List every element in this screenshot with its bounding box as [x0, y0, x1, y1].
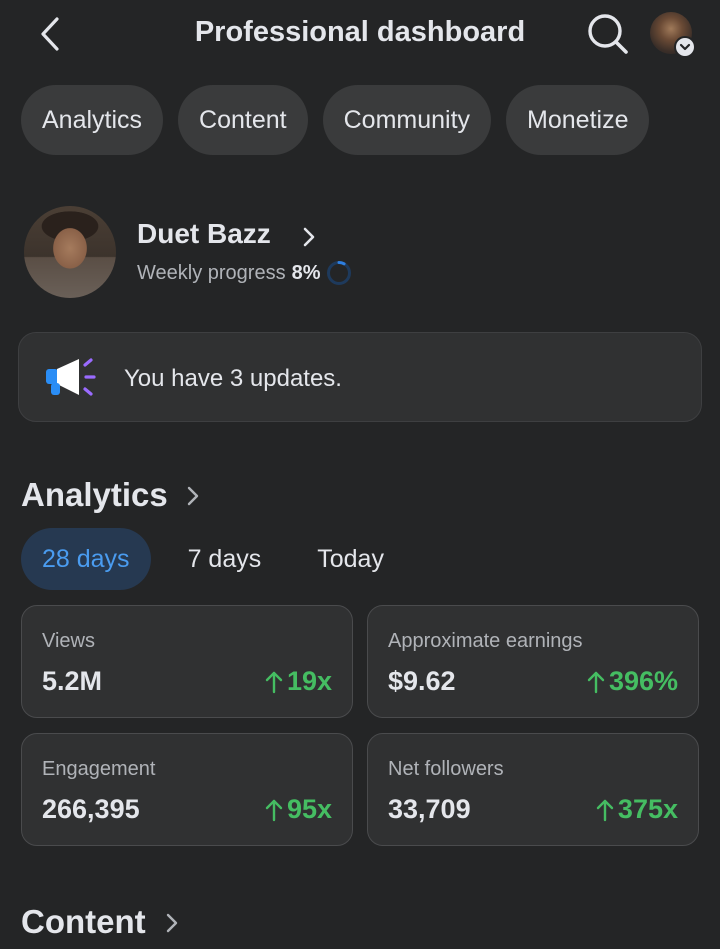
top-bar: Professional dashboard	[0, 0, 720, 70]
metric-label: Approximate earnings	[388, 630, 583, 652]
metric-value: 266,395	[42, 794, 140, 824]
date-range-selector: 28 days 7 days Today	[21, 528, 405, 590]
progress-ring-icon	[327, 261, 352, 285]
metric-card-net-followers[interactable]: Net followers 33,709 375x	[367, 733, 699, 846]
metric-delta: 19x	[265, 666, 332, 697]
chevron-right-icon	[303, 227, 315, 247]
account-avatar[interactable]	[650, 12, 696, 58]
metric-label: Engagement	[42, 758, 156, 780]
range-today[interactable]: Today	[296, 528, 405, 590]
metric-delta-value: 19x	[286, 666, 332, 696]
updates-text: You have 3 updates.	[124, 365, 342, 392]
search-button[interactable]	[584, 10, 632, 58]
chevron-right-icon	[166, 913, 178, 933]
arrow-up-icon	[265, 671, 283, 693]
chevron-right-icon	[187, 486, 199, 506]
dashboard-tabs: Analytics Content Community Monetize	[21, 85, 650, 155]
weekly-progress-label: Weekly progress	[137, 261, 286, 284]
account-switch-badge[interactable]	[674, 36, 696, 58]
tab-analytics[interactable]: Analytics	[21, 85, 164, 155]
metric-delta: 95x	[265, 794, 332, 825]
content-section-title[interactable]: Content	[21, 903, 146, 941]
profile-avatar[interactable]	[24, 206, 116, 298]
tab-community[interactable]: Community	[322, 85, 492, 155]
metric-label: Net followers	[388, 758, 504, 780]
metric-delta-value: 396%	[608, 666, 678, 696]
arrow-up-icon	[265, 799, 283, 821]
metric-value: 33,709	[388, 794, 471, 824]
metric-label: Views	[42, 630, 95, 652]
metric-value: $9.62	[388, 666, 456, 696]
profile-summary[interactable]: Duet Bazz Weekly progress 8%	[24, 206, 704, 298]
chevron-down-icon	[679, 43, 691, 51]
metric-delta-value: 95x	[286, 794, 332, 824]
weekly-progress: Weekly progress 8%	[137, 260, 352, 286]
weekly-progress-value: 8%	[291, 261, 321, 284]
metric-value: 5.2M	[42, 666, 103, 696]
arrow-up-icon	[596, 799, 614, 821]
metric-card-views[interactable]: Views 5.2M 19x	[21, 605, 353, 718]
range-28-days[interactable]: 28 days	[21, 528, 151, 590]
updates-banner[interactable]: You have 3 updates.	[18, 332, 702, 422]
metric-card-earnings[interactable]: Approximate earnings $9.62 396%	[367, 605, 699, 718]
megaphone-icon	[46, 358, 96, 396]
metric-delta: 375x	[596, 794, 678, 825]
analytics-section-title[interactable]: Analytics	[21, 476, 168, 514]
tab-monetize[interactable]: Monetize	[506, 85, 650, 155]
metric-delta: 396%	[587, 666, 678, 697]
tab-content[interactable]: Content	[178, 85, 308, 155]
metric-card-engagement[interactable]: Engagement 266,395 95x	[21, 733, 353, 846]
search-icon	[588, 14, 628, 54]
profile-name[interactable]: Duet Bazz	[137, 218, 271, 250]
metric-delta-value: 375x	[617, 794, 678, 824]
arrow-up-icon	[587, 671, 605, 693]
range-7-days[interactable]: 7 days	[167, 528, 283, 590]
